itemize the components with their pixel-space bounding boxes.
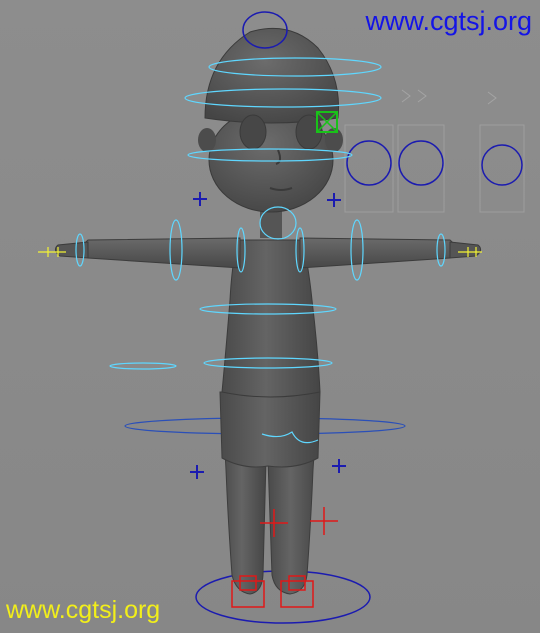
facial-control-circles[interactable] <box>346 140 523 186</box>
facial-control-panels[interactable] <box>344 89 525 213</box>
left-ear-mesh[interactable] <box>198 128 216 152</box>
eye-control-left[interactable] <box>346 140 392 186</box>
watermark-top: www.cgtsj.org <box>365 6 532 36</box>
right-arm-mesh[interactable] <box>299 237 456 269</box>
maya-viewport[interactable]: www.cgtsj.org www.cgtsj.org <box>0 0 540 633</box>
face-panel-right[interactable] <box>479 124 525 213</box>
left-elbow-pole-control[interactable] <box>109 362 177 370</box>
character-rig-scene[interactable] <box>0 0 540 633</box>
panel-arrow-icons <box>401 89 497 105</box>
face-panel-left[interactable] <box>344 124 394 213</box>
eye-control-middle[interactable] <box>398 140 444 186</box>
face-panel-middle[interactable] <box>397 124 445 213</box>
legs-mesh[interactable] <box>219 391 321 595</box>
left-arm-mesh[interactable] <box>82 237 241 269</box>
eye-control-right[interactable] <box>481 144 523 186</box>
left-hand-mesh[interactable] <box>54 241 89 259</box>
watermark-bottom: www.cgtsj.org <box>6 596 161 624</box>
